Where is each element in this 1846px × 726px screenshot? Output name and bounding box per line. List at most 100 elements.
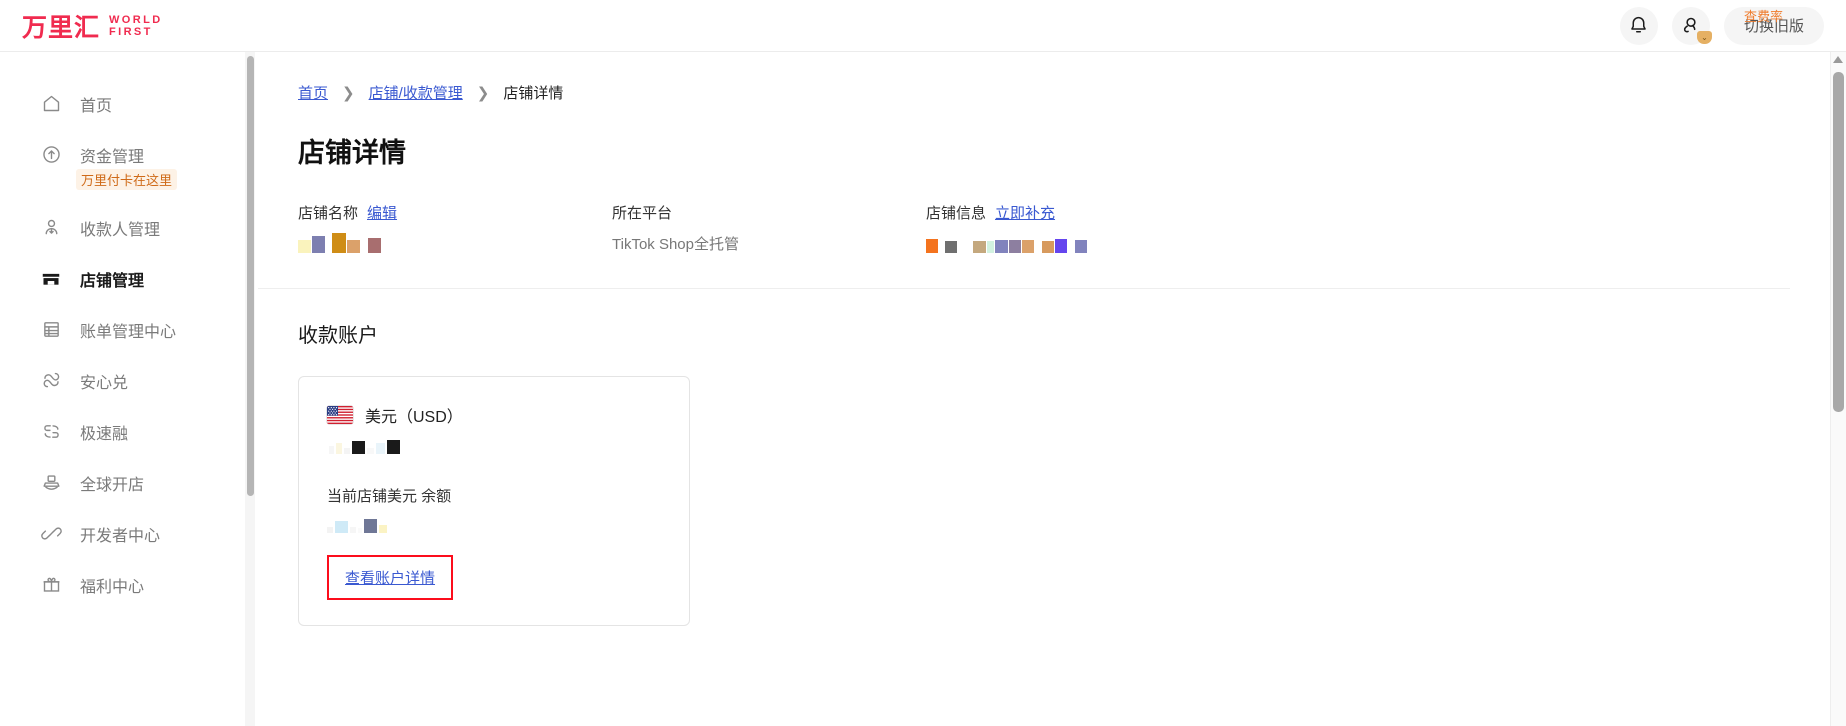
- logo-chinese-text: 万里汇: [22, 12, 101, 42]
- account-number-masked: [329, 438, 661, 454]
- sidebar-item-store-management[interactable]: 店铺管理: [0, 253, 246, 304]
- chevron-right-icon: ❯: [342, 84, 355, 102]
- redaction-block: [973, 241, 986, 253]
- shop-name-field: 店铺名称 编辑: [298, 202, 612, 254]
- redaction-block: [987, 241, 994, 253]
- breadcrumb-home[interactable]: 首页: [298, 82, 328, 103]
- sidebar-item-label: 店铺管理: [80, 272, 145, 290]
- redaction-block: [361, 249, 367, 253]
- page-title: 店铺详情: [298, 138, 406, 168]
- arrow-up-circle-icon: [40, 144, 62, 166]
- sidebar-scrollbar-thumb[interactable]: [247, 56, 254, 496]
- redaction-block: [364, 519, 377, 533]
- balance-label: 当前店铺美元 余额: [327, 488, 452, 505]
- section-divider: [258, 288, 1790, 289]
- redaction-block: [1035, 249, 1041, 253]
- sidebar-item-label: 账单管理中心: [80, 323, 177, 341]
- sidebar-item-developer-center[interactable]: 开发者中心: [0, 508, 246, 559]
- redaction-block: [368, 238, 381, 253]
- sidebar-item-label: 极速融: [80, 425, 129, 443]
- redaction-block: [336, 443, 342, 454]
- shop-detail-value-masked: [926, 233, 1236, 253]
- redaction-block: [326, 249, 331, 253]
- sidebar-item-secure-exchange[interactable]: 安心兑: [0, 355, 246, 406]
- platform-header: 所在平台: [612, 202, 926, 223]
- store-icon: [40, 268, 62, 290]
- avatar-button[interactable]: ⌄: [1671, 6, 1712, 45]
- developer-link-icon: [40, 523, 62, 545]
- gift-icon: [40, 574, 62, 596]
- sidebar-item-payee-management[interactable]: 收款人管理: [0, 202, 246, 253]
- sidebar-item-home[interactable]: 首页: [0, 78, 246, 129]
- receiving-account-card[interactable]: 美元（USD） 当前店铺美元 余额 查看账户详情: [298, 376, 690, 626]
- redaction-block: [1068, 249, 1074, 253]
- account-menu[interactable]: ⌄ 查费率: [1671, 6, 1783, 45]
- redaction-block: [352, 441, 365, 454]
- redaction-block: [298, 240, 311, 253]
- redaction-block: [1009, 240, 1021, 253]
- global-shop-icon: [40, 472, 62, 494]
- left-sidebar-nav: 首页 资金管理 万里付卡在这里 收款人管理 店铺管理 账单管理中心 安心兑 极速…: [0, 52, 247, 726]
- redaction-block: [379, 525, 387, 533]
- redaction-block: [1075, 240, 1087, 253]
- notifications-button[interactable]: [1619, 6, 1658, 45]
- sidebar-item-label: 开发者中心: [80, 527, 161, 545]
- redaction-block: [958, 249, 972, 253]
- sidebar-item-label: 安心兑: [80, 374, 129, 392]
- sidebar-item-label: 福利中心: [80, 578, 145, 596]
- page-scrollbar-thumb[interactable]: [1833, 72, 1844, 412]
- home-icon: [40, 93, 62, 115]
- payee-person-icon: [40, 217, 62, 239]
- redaction-block: [939, 249, 944, 253]
- redaction-block: [344, 448, 350, 454]
- redaction-block: [376, 443, 385, 454]
- redaction-block: [312, 236, 325, 253]
- redaction-block: [350, 527, 356, 533]
- chevron-right-icon: ❯: [476, 84, 490, 102]
- us-flag-icon: [327, 406, 353, 424]
- brand-logo[interactable]: 万里汇 WORLD FIRST: [22, 8, 163, 44]
- view-account-detail-highlight: 查看账户详情: [327, 555, 454, 600]
- sidebar-item-global-store[interactable]: 全球开店: [0, 457, 246, 508]
- sidebar-item-fund-management[interactable]: 资金管理 万里付卡在这里: [0, 129, 246, 190]
- logo-en-line2: FIRST: [109, 25, 153, 38]
- breadcrumb-current: 店铺详情: [503, 85, 564, 102]
- logo-en-line1: WORLD: [109, 13, 163, 26]
- view-account-detail-link[interactable]: 查看账户详情: [345, 570, 435, 587]
- redaction-block: [1022, 240, 1034, 253]
- supplement-info-link[interactable]: 立即补充: [995, 202, 1055, 223]
- platform-field: 所在平台 TikTok Shop全托管: [612, 202, 926, 254]
- check-rate-link[interactable]: 查费率: [1744, 6, 1783, 25]
- redaction-block: [332, 233, 346, 253]
- platform-value: TikTok Shop全托管: [612, 236, 739, 253]
- redaction-block: [327, 527, 333, 533]
- chevron-down-icon: ⌄: [1696, 30, 1712, 44]
- sidebar-badge-fund-card[interactable]: 万里付卡在这里: [76, 169, 178, 190]
- redaction-block: [329, 446, 334, 454]
- shop-info-row: 店铺名称 编辑 所在平台 TikTok Shop全托管 店铺信息 立即补充: [298, 202, 1830, 254]
- redaction-block: [995, 240, 1008, 253]
- top-header-bar: 万里汇 WORLD FIRST ⌄ 查费率 切换旧版: [0, 0, 1846, 52]
- shop-detail-label: 店铺信息: [926, 205, 987, 222]
- redaction-block: [347, 240, 360, 253]
- fast-finance-icon: [40, 421, 62, 443]
- platform-label: 所在平台: [612, 205, 673, 222]
- redaction-block: [358, 528, 362, 533]
- scroll-up-arrow-icon[interactable]: [1833, 56, 1843, 63]
- redaction-block: [367, 448, 374, 454]
- redaction-block: [945, 241, 957, 253]
- sidebar-item-fast-finance[interactable]: 极速融: [0, 406, 246, 457]
- sidebar-item-benefits-center[interactable]: 福利中心: [0, 559, 246, 610]
- shop-name-label: 店铺名称: [298, 205, 359, 222]
- sidebar-item-label: 全球开店: [80, 476, 145, 494]
- breadcrumb-store-management[interactable]: 店铺/收款管理: [369, 82, 463, 103]
- sidebar-item-bill-center[interactable]: 账单管理中心: [0, 304, 246, 355]
- shop-name-value-masked: [298, 233, 612, 253]
- edit-shop-name-link[interactable]: 编辑: [367, 202, 397, 223]
- bell-icon: [1631, 16, 1647, 33]
- redaction-block: [1042, 241, 1054, 253]
- shop-detail-field: 店铺信息 立即补充: [926, 202, 1236, 254]
- main-content-area: 首页 ❯ 店铺/收款管理 ❯ 店铺详情 店铺详情 店铺名称 编辑 所在平台 Ti…: [258, 52, 1830, 726]
- redaction-block: [926, 239, 938, 253]
- exchange-shield-icon: [40, 370, 62, 392]
